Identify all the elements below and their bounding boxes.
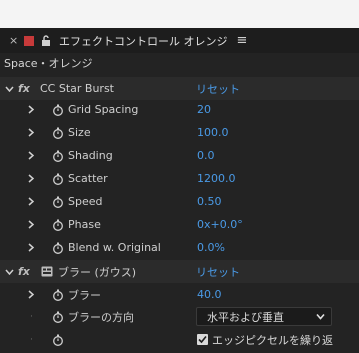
effect-header-gaussian-blur[interactable]: fx ブラー (ガウス) リセット: [0, 260, 359, 283]
panel-menu-icon[interactable]: ≡: [237, 33, 248, 48]
breadcrumb: Space・オレンジ: [4, 57, 93, 70]
close-icon[interactable]: ×: [9, 34, 21, 47]
bullet-dot: ·: [30, 311, 33, 322]
effect-header-cc-star-burst[interactable]: fx CC Star Burst リセット: [0, 77, 359, 100]
property-value[interactable]: 0.0%: [197, 241, 225, 254]
property-label: Grid Spacing: [68, 103, 139, 116]
property-row: · エッジピクセルを繰り返: [0, 328, 359, 351]
property-row: Scatter 1200.0: [0, 167, 359, 190]
fx-badge[interactable]: fx: [18, 265, 30, 278]
stopwatch-icon[interactable]: [52, 242, 64, 254]
property-row: · ブラーの方向 水平および垂直: [0, 305, 359, 328]
chevron-right-icon[interactable]: [26, 220, 36, 230]
stopwatch-icon[interactable]: [52, 289, 64, 301]
checkmark-icon: [198, 335, 207, 344]
chevron-right-icon[interactable]: [26, 290, 36, 300]
property-label: Scatter: [68, 172, 108, 185]
panel-color-swatch: [24, 35, 34, 46]
chevron-right-icon[interactable]: [26, 174, 36, 184]
property-row: Shading 0.0: [0, 144, 359, 167]
dropdown-selected-value: 水平および垂直: [207, 310, 284, 324]
property-value[interactable]: 1200.0: [197, 172, 236, 185]
bullet-dot: ·: [30, 334, 33, 345]
property-label: Size: [68, 126, 91, 139]
stopwatch-icon[interactable]: [52, 150, 64, 162]
effect-name: CC Star Burst: [40, 82, 114, 95]
chevron-right-icon[interactable]: [26, 151, 36, 161]
chevron-right-icon[interactable]: [26, 128, 36, 138]
stopwatch-icon[interactable]: [52, 127, 64, 139]
checkbox-label: エッジピクセルを繰り返: [212, 333, 333, 347]
chevron-down-icon: [316, 313, 325, 320]
property-value[interactable]: 0.0: [197, 149, 215, 162]
chevron-right-icon[interactable]: [26, 197, 36, 207]
chevron-right-icon[interactable]: [26, 243, 36, 253]
stopwatch-icon[interactable]: [52, 173, 64, 185]
property-value[interactable]: 100.0: [197, 126, 229, 139]
reset-link[interactable]: リセット: [196, 81, 240, 97]
property-row: Phase 0x+0.0°: [0, 213, 359, 236]
fx-badge[interactable]: fx: [18, 82, 30, 95]
chevron-down-icon[interactable]: [4, 267, 14, 277]
lock-icon[interactable]: [41, 35, 51, 46]
property-label: ブラーの方向: [68, 310, 134, 324]
stopwatch-icon[interactable]: [52, 196, 64, 208]
blur-direction-dropdown[interactable]: 水平および垂直: [196, 307, 332, 326]
property-value[interactable]: 40.0: [197, 288, 222, 301]
effect-preset-icon: [41, 266, 53, 277]
property-row: Size 100.0: [0, 121, 359, 144]
property-row: Grid Spacing 20: [0, 98, 359, 121]
panel-tab-bar: × エフェクトコントロール オレンジ ≡: [0, 28, 359, 53]
property-value[interactable]: 0.50: [197, 195, 222, 208]
effect-name: ブラー (ガウス): [58, 265, 137, 279]
chevron-down-icon[interactable]: [4, 84, 14, 94]
stopwatch-icon[interactable]: [52, 104, 64, 116]
property-row: Speed 0.50: [0, 190, 359, 213]
property-label: ブラー: [68, 288, 101, 302]
panel-title[interactable]: エフェクトコントロール オレンジ: [59, 33, 228, 49]
property-label: Blend w. Original: [68, 241, 161, 254]
property-row: ブラー 40.0: [0, 283, 359, 306]
reset-link[interactable]: リセット: [196, 264, 240, 280]
window-top-bar: [0, 0, 359, 28]
property-row: Blend w. Original 0.0%: [0, 236, 359, 259]
stopwatch-icon[interactable]: [52, 334, 64, 346]
stopwatch-icon[interactable]: [52, 311, 64, 323]
stopwatch-icon[interactable]: [52, 219, 64, 231]
repeat-edge-pixels-checkbox[interactable]: [197, 334, 208, 345]
property-label: Shading: [68, 149, 113, 162]
property-value[interactable]: 0x+0.0°: [197, 218, 243, 231]
property-label: Speed: [68, 195, 103, 208]
chevron-right-icon[interactable]: [26, 105, 36, 115]
property-label: Phase: [68, 218, 101, 231]
property-value[interactable]: 20: [197, 103, 211, 116]
